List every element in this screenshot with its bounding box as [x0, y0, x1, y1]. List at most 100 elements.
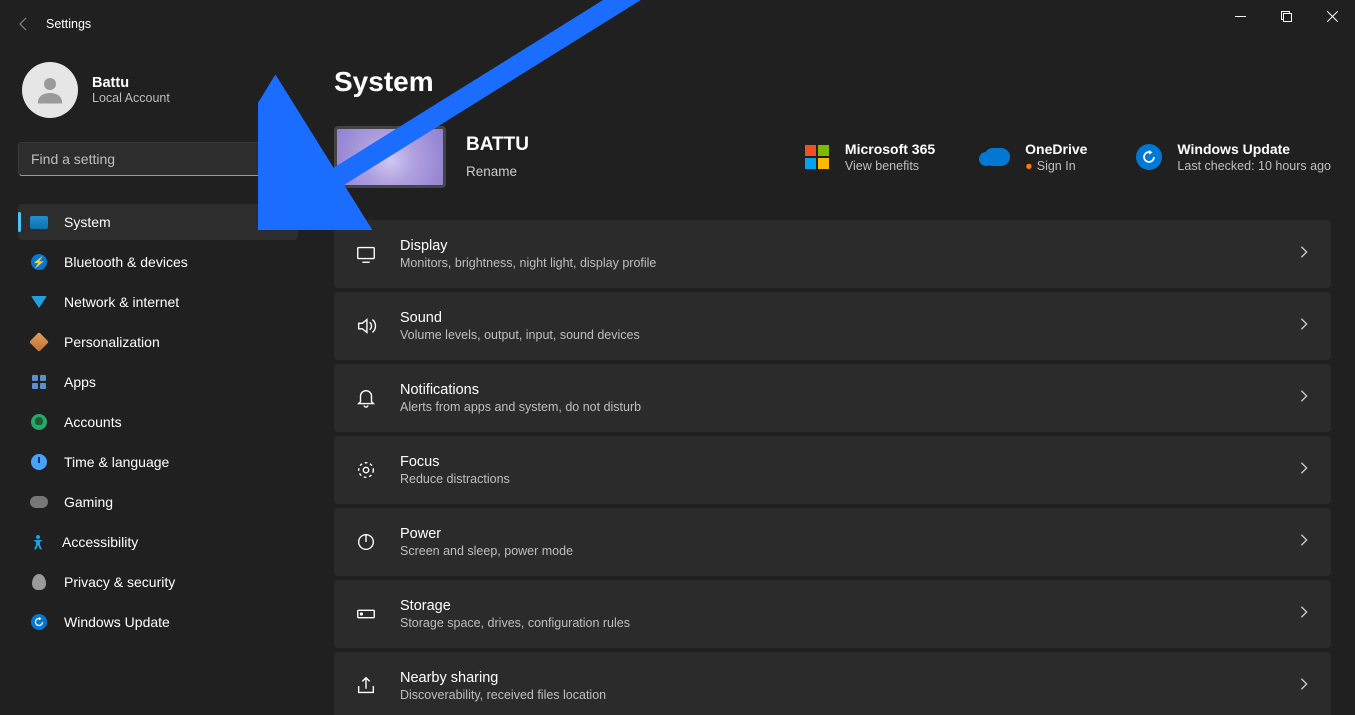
nav: System ⚡ Bluetooth & devices Network & i…: [18, 204, 298, 640]
nav-item-gaming[interactable]: Gaming: [18, 484, 298, 520]
nav-item-time[interactable]: Time & language: [18, 444, 298, 480]
card-notifications[interactable]: Notifications Alerts from apps and system…: [334, 364, 1331, 432]
person-icon: [30, 413, 48, 431]
pc-thumbnail: [334, 126, 446, 188]
nav-label: Windows Update: [64, 614, 170, 630]
back-button[interactable]: [8, 8, 40, 40]
nav-label: Network & internet: [64, 294, 179, 310]
card-power[interactable]: Power Screen and sleep, power mode: [334, 508, 1331, 576]
card-focus[interactable]: Focus Reduce distractions: [334, 436, 1331, 504]
nav-item-accounts[interactable]: Accounts: [18, 404, 298, 440]
card-title: Focus: [400, 454, 510, 470]
nav-item-personalization[interactable]: Personalization: [18, 324, 298, 360]
card-sound[interactable]: Sound Volume levels, output, input, sound…: [334, 292, 1331, 360]
focus-icon: [354, 459, 378, 481]
sidebar: Battu Local Account System ⚡ Bluetooth &…: [0, 48, 310, 715]
system-icon: [30, 213, 48, 231]
search-container: [18, 142, 294, 176]
card-display[interactable]: Display Monitors, brightness, night light…: [334, 220, 1331, 288]
search-input[interactable]: [18, 142, 294, 176]
nav-label: System: [64, 214, 111, 230]
microsoft-icon: [803, 143, 831, 171]
nav-item-privacy[interactable]: Privacy & security: [18, 564, 298, 600]
card-subtitle: Storage space, drives, configuration rul…: [400, 616, 630, 630]
nav-label: Privacy & security: [64, 574, 175, 590]
card-subtitle: Volume levels, output, input, sound devi…: [400, 328, 640, 342]
sound-icon: [354, 315, 378, 337]
power-icon: [354, 531, 378, 553]
nav-item-bluetooth[interactable]: ⚡ Bluetooth & devices: [18, 244, 298, 280]
pc-name: BATTU: [466, 134, 529, 156]
nav-label: Personalization: [64, 334, 160, 350]
share-icon: [354, 675, 378, 697]
chevron-right-icon: [1297, 317, 1311, 336]
card-title: Display: [400, 238, 656, 254]
accessibility-icon: [30, 534, 46, 550]
card-storage[interactable]: StorageStorage space, drives, configurat…: [334, 580, 1331, 648]
profile-block[interactable]: Battu Local Account: [18, 48, 298, 142]
card-title: Notifications: [400, 382, 641, 398]
title-bar: Settings: [0, 0, 1355, 48]
nav-item-system[interactable]: System: [18, 204, 298, 240]
card-title: Power: [400, 526, 573, 542]
nav-label: Gaming: [64, 494, 113, 510]
promo-subtitle: View benefits: [845, 159, 935, 173]
chevron-right-icon: [1297, 533, 1311, 552]
rename-link[interactable]: Rename: [466, 164, 517, 179]
card-subtitle: Reduce distractions: [400, 472, 510, 486]
card-nearby-sharing[interactable]: Nearby sharing Discoverability, received …: [334, 652, 1331, 715]
nav-item-update[interactable]: Windows Update: [18, 604, 298, 640]
card-title: Sound: [400, 310, 640, 326]
minimize-button[interactable]: [1217, 0, 1263, 32]
onedrive-icon: [983, 143, 1011, 171]
nav-label: Apps: [64, 374, 96, 390]
display-icon: [354, 243, 378, 265]
profile-subtitle: Local Account: [92, 91, 170, 105]
nav-item-accessibility[interactable]: Accessibility: [18, 524, 298, 560]
main-content: System BATTU Rename Microsoft 365 View b…: [310, 48, 1355, 715]
page-title: System: [334, 66, 1331, 98]
close-button[interactable]: [1309, 0, 1355, 32]
nav-label: Accounts: [64, 414, 122, 430]
promo-subtitle: ●Sign In: [1025, 159, 1087, 173]
nav-label: Bluetooth & devices: [64, 254, 188, 270]
promo-title: Windows Update: [1177, 141, 1331, 157]
nav-item-apps[interactable]: Apps: [18, 364, 298, 400]
chevron-right-icon: [1297, 605, 1311, 624]
profile-name: Battu: [92, 75, 170, 91]
card-subtitle: Alerts from apps and system, do not dist…: [400, 400, 641, 414]
card-subtitle: Screen and sleep, power mode: [400, 544, 573, 558]
nav-label: Time & language: [64, 454, 169, 470]
avatar: [22, 62, 78, 118]
bluetooth-icon: ⚡: [30, 253, 48, 271]
promo-microsoft365[interactable]: Microsoft 365 View benefits: [803, 141, 935, 173]
clock-icon: [30, 453, 48, 471]
card-subtitle: Discoverability, received files location: [400, 688, 606, 702]
gamepad-icon: [30, 493, 48, 511]
promo-title: Microsoft 365: [845, 141, 935, 157]
window-controls: [1217, 0, 1355, 32]
bell-icon: [354, 387, 378, 409]
search-icon: [269, 149, 284, 169]
storage-icon: [354, 603, 378, 625]
update-icon: [30, 613, 48, 631]
chevron-right-icon: [1297, 389, 1311, 408]
nav-label: Accessibility: [62, 534, 138, 550]
card-title: Nearby sharing: [400, 670, 606, 686]
nav-item-network[interactable]: Network & internet: [18, 284, 298, 320]
wifi-icon: [30, 293, 48, 311]
chevron-right-icon: [1297, 461, 1311, 480]
device-hero: BATTU Rename Microsoft 365 View benefits…: [334, 126, 1331, 188]
window-title: Settings: [46, 17, 91, 31]
brush-icon: [30, 333, 48, 351]
maximize-button[interactable]: [1263, 0, 1309, 32]
promo-title: OneDrive: [1025, 141, 1087, 157]
shield-icon: [30, 573, 48, 591]
apps-icon: [30, 373, 48, 391]
windows-update-icon: [1135, 143, 1163, 171]
promo-windows-update[interactable]: Windows Update Last checked: 10 hours ag…: [1135, 141, 1331, 173]
chevron-right-icon: [1297, 677, 1311, 696]
promo-onedrive[interactable]: OneDrive ●Sign In: [983, 141, 1087, 173]
card-subtitle: Monitors, brightness, night light, displ…: [400, 256, 656, 270]
chevron-right-icon: [1297, 245, 1311, 264]
